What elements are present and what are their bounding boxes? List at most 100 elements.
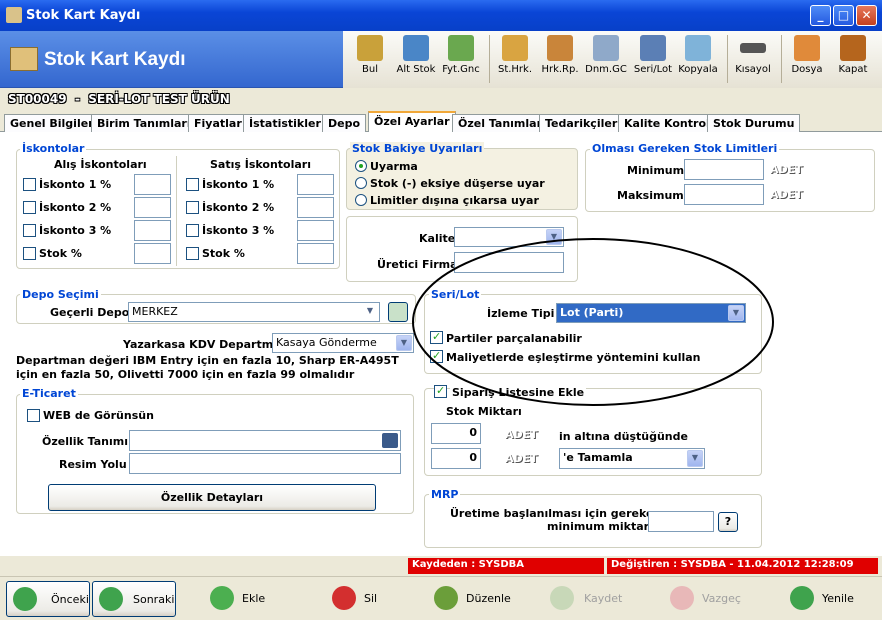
mrp-text1: Üretime başlanılması için gereken	[450, 507, 662, 520]
ozellik-input[interactable]	[129, 430, 401, 451]
ekle-label: Ekle	[242, 592, 266, 605]
qty-min-unit: ADET	[505, 428, 538, 441]
window-titlebar[interactable]: Stok Kart Kaydı _ □ ✕	[0, 0, 882, 31]
vazgec-button[interactable]: Vazgeç	[664, 581, 744, 617]
alis-iskonto2-input[interactable]	[134, 197, 171, 218]
alis-stok-input[interactable]	[134, 243, 171, 264]
tamamla-select[interactable]: 'e Tamamla ▼	[559, 448, 705, 469]
degistiren-status: Değiştiren : SYSDBA - 11.04.2012 12:28:0…	[607, 558, 878, 574]
satis-iskonto1-label: İskonto 1 %	[202, 178, 275, 191]
duzenle-button[interactable]: Düzenle	[428, 581, 518, 617]
kaydet-button[interactable]: Kaydet	[544, 581, 624, 617]
sonraki-button[interactable]: Sonraki	[92, 581, 176, 617]
eksi-uyar-radio[interactable]	[355, 177, 367, 189]
tab-ozel-tanimlar[interactable]: Özel Tanımlar	[452, 114, 549, 132]
resim-input[interactable]	[129, 453, 401, 474]
toolbar-st-hrk[interactable]: St.Hrk.	[495, 31, 535, 88]
satis-iskonto3-input[interactable]	[297, 220, 334, 241]
kdv-select[interactable]: Kasaya Gönderme ▼	[272, 333, 414, 353]
sil-button[interactable]: Sil	[326, 581, 396, 617]
report-icon	[547, 35, 573, 61]
sonraki-label: Sonraki	[133, 593, 175, 606]
ozellik-detaylari-button[interactable]: Özellik Detayları	[48, 484, 376, 511]
period-icon	[593, 35, 619, 61]
maximize-button[interactable]: □	[833, 5, 854, 26]
qty-target-unit: ADET	[505, 452, 538, 465]
mrp-text2: minimum miktar	[547, 520, 650, 533]
edit-icon	[434, 586, 458, 610]
gecerli-depo-value: MERKEZ	[132, 305, 178, 318]
qty-min-input[interactable]: 0	[431, 423, 481, 444]
mrp-title: MRP	[429, 488, 461, 501]
toolbar-fyt-gnc[interactable]: Fyt.Gnc	[439, 31, 483, 88]
toolbar-seri-lot[interactable]: Seri/Lot	[633, 31, 673, 88]
satis-iskonto3-label: İskonto 3 %	[202, 224, 275, 237]
tab-ozel-ayarlar[interactable]: Özel Ayarlar	[368, 111, 456, 133]
tab-birim-tanimlari[interactable]: Birim Tanımları	[91, 114, 197, 132]
gecerli-depo-label: Geçerli Depo	[50, 306, 130, 319]
arrow-left-icon	[13, 587, 37, 611]
toolbar-kisayol[interactable]: Kısayol	[733, 31, 773, 88]
satis-iskonto2-checkbox[interactable]	[186, 201, 199, 214]
alis-iskonto1-checkbox[interactable]	[23, 178, 36, 191]
uyarma-radio[interactable]	[355, 160, 367, 172]
tab-genel-bilgiler[interactable]: Genel Bilgiler	[4, 114, 100, 132]
checkmark-icon	[550, 586, 574, 610]
mrp-help-button[interactable]: ?	[718, 512, 738, 532]
alis-iskonto1-input[interactable]	[134, 174, 171, 195]
satis-iskonto1-checkbox[interactable]	[186, 178, 199, 191]
lookup-icon[interactable]	[382, 433, 398, 448]
bakiye-title: Stok Bakiye Uyarıları	[350, 142, 485, 155]
minimum-input[interactable]	[684, 159, 764, 180]
toolbar-label: Seri/Lot	[633, 64, 673, 75]
toolbar-kapat[interactable]: Kapat	[835, 31, 871, 88]
mrp-min-input[interactable]	[648, 511, 714, 532]
bottom-toolbar: Önceki Sonraki Ekle Sil Düzenle Kaydet V…	[0, 576, 882, 620]
close-button[interactable]: ✕	[856, 5, 877, 26]
sil-label: Sil	[364, 592, 378, 605]
tab-istatistikler[interactable]: İstatistikler	[243, 114, 327, 132]
alis-iskonto3-input[interactable]	[134, 220, 171, 241]
limit-uyar-radio[interactable]	[355, 194, 367, 206]
limit-uyar-label: Limitler dışına çıkarsa uyar	[370, 194, 539, 207]
satis-stok-checkbox[interactable]	[186, 247, 199, 260]
toolbar-dosya[interactable]: Dosya	[789, 31, 825, 88]
tab-fiyatlar[interactable]: Fiyatlar	[188, 114, 248, 132]
satis-iskonto2-input[interactable]	[297, 197, 334, 218]
alis-iskonto2-checkbox[interactable]	[23, 201, 36, 214]
gecerli-depo-select[interactable]: MERKEZ ▼	[128, 302, 380, 322]
onceki-button[interactable]: Önceki	[6, 581, 90, 617]
chevron-down-icon[interactable]: ▼	[362, 304, 378, 320]
ekle-button[interactable]: Ekle	[204, 581, 284, 617]
qty-target-input[interactable]: 0	[431, 448, 481, 469]
minimize-button[interactable]: _	[810, 5, 831, 26]
web-gorunsun-checkbox[interactable]	[27, 409, 40, 422]
maksimum-unit: ADET	[770, 188, 803, 201]
toolbar-separator	[727, 35, 728, 83]
tab-kalite-kontrol[interactable]: Kalite Kontrol	[618, 114, 716, 132]
stock-movement-icon	[502, 35, 528, 61]
toolbar-alt-stok[interactable]: Alt Stok	[395, 31, 437, 88]
yenile-button[interactable]: Yenile	[784, 581, 864, 617]
alis-iskonto3-checkbox[interactable]	[23, 224, 36, 237]
maksimum-label: Maksimum	[617, 189, 684, 202]
alis-stok-label: Stok %	[39, 247, 82, 260]
tab-depo[interactable]: Depo	[322, 114, 367, 132]
maksimum-input[interactable]	[684, 184, 764, 205]
tab-stok-durumu[interactable]: Stok Durumu	[707, 114, 801, 132]
toolbar-dnm-gc[interactable]: Dnm.GC	[585, 31, 627, 88]
satis-stok-input[interactable]	[297, 243, 334, 264]
satis-iskonto3-checkbox[interactable]	[186, 224, 199, 237]
alis-iskonto2-label: İskonto 2 %	[39, 201, 112, 214]
uyarma-label: Uyarma	[370, 160, 418, 173]
toolbar-kopyala[interactable]: Kopyala	[677, 31, 719, 88]
chevron-down-icon[interactable]: ▼	[687, 450, 703, 467]
toolbar-hrk-rp[interactable]: Hrk.Rp.	[539, 31, 581, 88]
toolbar-bul[interactable]: Bul	[355, 31, 385, 88]
tab-tedarikciler[interactable]: Tedarikçiler	[539, 114, 624, 132]
divider	[176, 156, 177, 266]
depo-lookup-button[interactable]	[388, 302, 408, 322]
alis-stok-checkbox[interactable]	[23, 247, 36, 260]
toolbar-label: Dnm.GC	[585, 64, 627, 75]
satis-iskonto1-input[interactable]	[297, 174, 334, 195]
